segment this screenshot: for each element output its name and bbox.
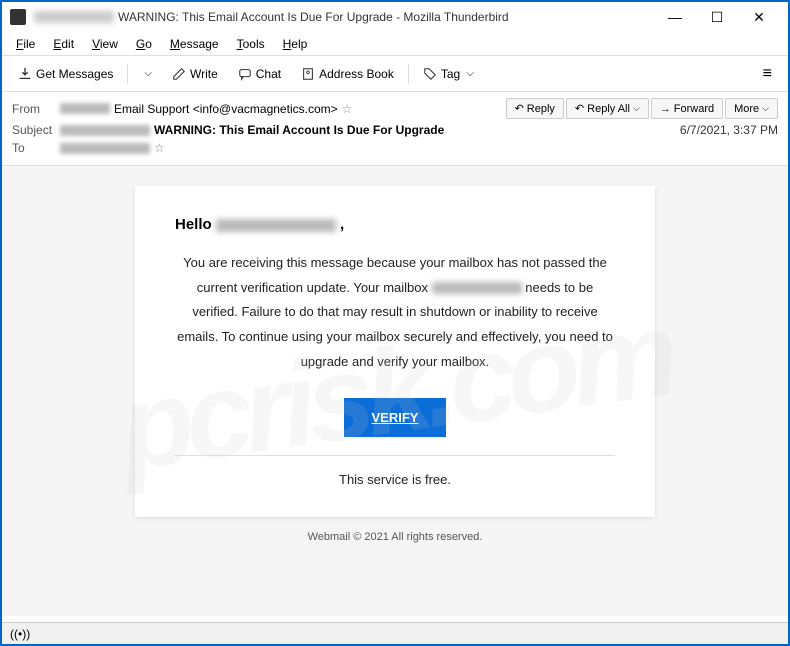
address-book-button[interactable]: Address Book — [293, 63, 402, 85]
menu-tools[interactable]: Tools — [229, 35, 273, 53]
from-value: Email Support <info@vacmagnetics.com> — [114, 102, 338, 116]
window-controls: — ☐ ✕ — [654, 3, 780, 31]
reply-all-label: Reply All — [587, 103, 630, 115]
chevron-down-icon: ⌵ — [144, 68, 152, 79]
hello-text: Hello — [175, 216, 212, 233]
chat-icon — [238, 67, 252, 81]
reply-button[interactable]: ↶Reply — [506, 98, 564, 119]
menu-view[interactable]: View — [84, 35, 126, 53]
tag-label: Tag — [441, 67, 460, 81]
separator — [408, 64, 409, 84]
menu-message[interactable]: Message — [162, 35, 227, 53]
redacted-title-prefix — [34, 11, 114, 23]
forward-icon: → — [660, 103, 671, 115]
close-button[interactable]: ✕ — [738, 3, 780, 31]
footer-text: Webmail © 2021 All rights reserved. — [2, 517, 788, 557]
free-service-text: This service is free. — [175, 472, 615, 487]
chevron-down-icon: ⌵ — [633, 103, 640, 114]
forward-label: Forward — [674, 103, 714, 115]
menubar: File Edit View Go Message Tools Help — [2, 32, 788, 56]
statusbar: ((•)) — [2, 622, 788, 644]
date-value: 6/7/2021, 3:37 PM — [680, 123, 778, 137]
body-paragraph: You are receiving this message because y… — [175, 251, 615, 374]
menu-file[interactable]: File — [8, 35, 43, 53]
app-menu-button[interactable]: ≡ — [755, 61, 780, 87]
message-body: pcrisk.com Hello , You are receiving thi… — [2, 166, 788, 616]
tag-icon — [423, 67, 437, 81]
forward-button[interactable]: →Forward — [651, 98, 723, 119]
minimize-button[interactable]: — — [654, 3, 696, 31]
redacted-recipient — [216, 219, 336, 232]
chevron-down-icon: ⌵ — [762, 103, 769, 114]
to-label: To — [12, 141, 60, 155]
address-book-label: Address Book — [319, 67, 394, 81]
window-title: WARNING: This Email Account Is Due For U… — [34, 10, 654, 24]
menu-edit[interactable]: Edit — [45, 35, 82, 53]
tag-button[interactable]: Tag ⌵ — [415, 63, 482, 85]
menu-help[interactable]: Help — [275, 35, 316, 53]
redacted-to-value — [60, 143, 150, 154]
reply-icon: ↶ — [515, 102, 524, 115]
menu-go[interactable]: Go — [128, 35, 160, 53]
download-icon — [18, 67, 32, 81]
redacted-from-prefix — [60, 103, 110, 114]
chat-label: Chat — [256, 67, 281, 81]
redacted-mailbox — [432, 282, 522, 294]
star-icon[interactable]: ☆ — [342, 102, 353, 116]
from-label: From — [12, 102, 60, 116]
pencil-icon — [172, 67, 186, 81]
write-label: Write — [190, 67, 218, 81]
redacted-subject-prefix — [60, 125, 150, 136]
verify-button[interactable]: VERIFY — [344, 398, 447, 437]
reply-all-button[interactable]: ↶Reply All⌵ — [566, 98, 649, 119]
message-headers: From Email Support <info@vacmagnetics.co… — [2, 92, 788, 166]
email-content-card: Hello , You are receiving this message b… — [135, 186, 655, 517]
get-messages-label: Get Messages — [36, 67, 113, 81]
divider — [175, 455, 615, 456]
chevron-down-icon: ⌵ — [466, 68, 474, 79]
subject-value: WARNING: This Email Account Is Due For U… — [154, 123, 444, 137]
star-icon[interactable]: ☆ — [154, 141, 165, 155]
more-label: More — [734, 103, 759, 115]
reply-label: Reply — [527, 103, 555, 115]
reply-all-icon: ↶ — [575, 102, 584, 115]
address-book-icon — [301, 67, 315, 81]
maximize-button[interactable]: ☐ — [696, 3, 738, 31]
subject-label: Subject — [12, 123, 60, 137]
title-text: WARNING: This Email Account Is Due For U… — [118, 10, 509, 24]
separator — [127, 64, 128, 84]
greeting: Hello , — [175, 216, 615, 233]
chat-button[interactable]: Chat — [230, 63, 289, 85]
get-messages-button[interactable]: Get Messages — [10, 63, 121, 85]
write-button[interactable]: Write — [164, 63, 226, 85]
app-icon — [10, 9, 26, 25]
more-button[interactable]: More⌵ — [725, 98, 778, 119]
online-status-icon[interactable]: ((•)) — [10, 627, 30, 641]
titlebar: WARNING: This Email Account Is Due For U… — [2, 2, 788, 32]
toolbar: Get Messages ⌵ Write Chat Address Book T… — [2, 56, 788, 92]
get-messages-dropdown[interactable]: ⌵ — [134, 64, 160, 83]
